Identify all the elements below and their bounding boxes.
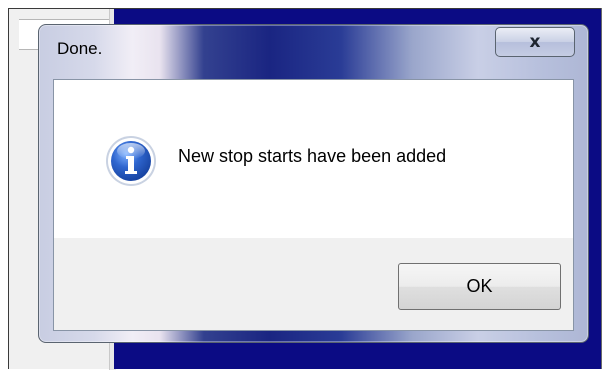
- dialog-content: New stop starts have been added OK: [53, 79, 574, 331]
- message-area: New stop starts have been added: [54, 80, 573, 238]
- message-dialog: Done. x New stop starts have been added …: [38, 24, 589, 343]
- dialog-message: New stop starts have been added: [178, 146, 447, 166]
- screen-frame-top: [8, 8, 602, 9]
- close-icon: x: [529, 32, 541, 52]
- ok-button[interactable]: OK: [398, 263, 561, 310]
- dialog-title: Done.: [57, 39, 103, 58]
- close-button[interactable]: x: [495, 27, 575, 57]
- info-icon: [106, 136, 156, 186]
- button-area: OK: [54, 238, 573, 330]
- screen-frame-right: [601, 8, 602, 369]
